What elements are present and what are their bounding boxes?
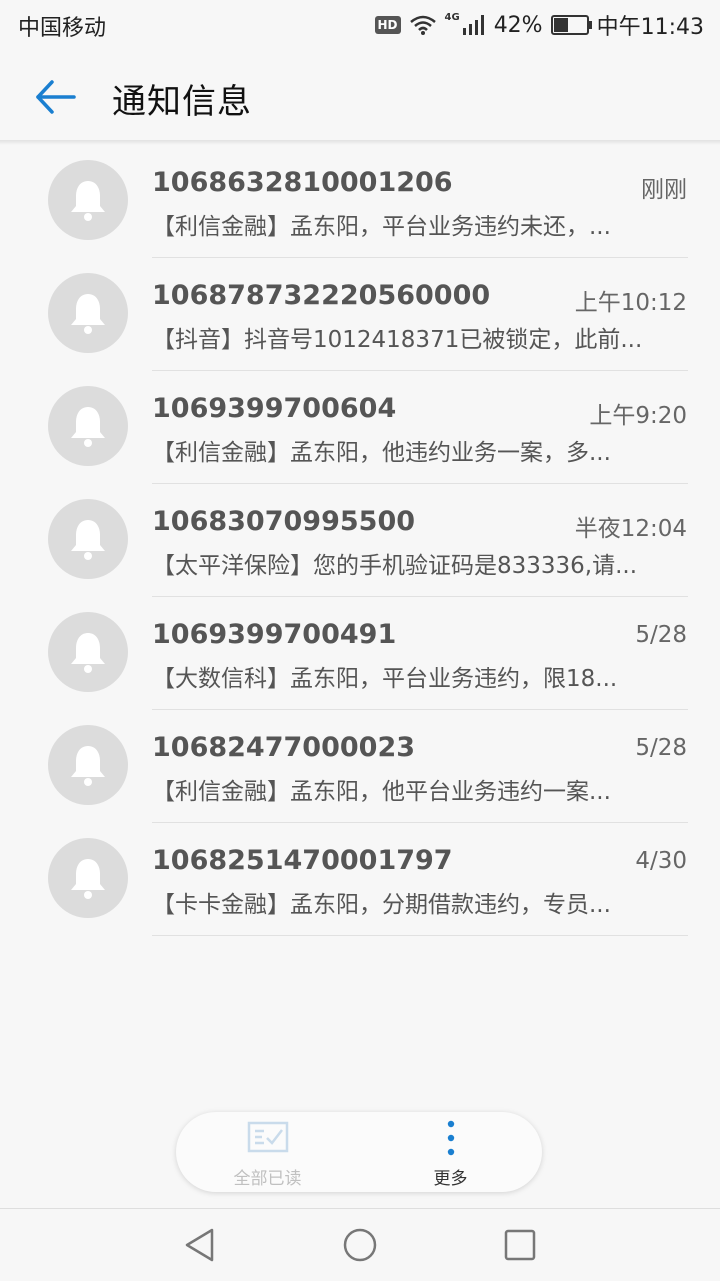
system-nav-bar bbox=[0, 1208, 720, 1281]
message-time: 5/28 bbox=[635, 735, 687, 761]
more-label: 更多 bbox=[433, 1169, 468, 1189]
nav-home-button[interactable] bbox=[342, 1227, 378, 1263]
status-bar: 中国移动 HD 4G 42% 中午11:43 bbox=[0, 0, 720, 48]
message-time: 5/28 bbox=[635, 622, 687, 648]
message-preview: 【利信金融】孟东阳，他违约业务一案，多... bbox=[152, 440, 611, 466]
battery-icon bbox=[550, 15, 592, 35]
message-preview: 【太平洋保险】您的手机验证码是833336,请... bbox=[152, 553, 638, 579]
sender-number: 10682477000023 bbox=[152, 732, 416, 763]
bell-icon bbox=[71, 407, 105, 447]
carrier-name: 中国移动 bbox=[18, 16, 107, 41]
message-preview: 【卡卡金融】孟东阳，分期借款违约，专员... bbox=[152, 892, 611, 918]
bottom-action-bar: 全部已读 更多 bbox=[176, 1112, 542, 1192]
list-item[interactable]: 10682477000023 5/28 【利信金融】孟东阳，他平台业务违约一案.… bbox=[0, 710, 720, 823]
message-preview: 【利信金融】孟东阳，他平台业务违约一案... bbox=[152, 779, 611, 805]
bell-icon bbox=[71, 633, 105, 673]
mark-all-read-button[interactable]: 全部已读 bbox=[176, 1112, 359, 1192]
message-time: 上午10:12 bbox=[574, 290, 687, 316]
bell-icon bbox=[71, 294, 105, 334]
message-time: 半夜12:04 bbox=[574, 516, 687, 542]
message-time: 上午9:20 bbox=[589, 403, 687, 429]
list-item[interactable]: 1068251470001797 4/30 【卡卡金融】孟东阳，分期借款违约，专… bbox=[0, 823, 720, 936]
bell-icon bbox=[71, 181, 105, 221]
sender-number: 1069399700491 bbox=[152, 619, 397, 650]
sender-number: 106878732220560000 bbox=[152, 280, 491, 311]
triangle-back-icon bbox=[185, 1228, 214, 1262]
square-recent-icon bbox=[504, 1229, 536, 1261]
avatar bbox=[48, 499, 128, 579]
signal-icon bbox=[462, 15, 484, 35]
hd-badge: HD bbox=[374, 16, 401, 34]
message-preview: 【大数信科】孟东阳，平台业务违约，限18... bbox=[152, 666, 618, 692]
avatar bbox=[48, 838, 128, 918]
circle-home-icon bbox=[343, 1228, 377, 1262]
message-preview: 【抖音】抖音号1012418371已被锁定，此前... bbox=[152, 327, 643, 353]
avatar bbox=[48, 273, 128, 353]
app-header: 通知信息 bbox=[0, 48, 720, 140]
message-time: 刚刚 bbox=[641, 177, 687, 203]
notification-list: 1068632810001206 刚刚 【利信金融】孟东阳，平台业务违约未还，.… bbox=[0, 145, 720, 936]
nav-recent-button[interactable] bbox=[502, 1227, 538, 1263]
bell-icon bbox=[71, 746, 105, 786]
message-time: 4/30 bbox=[635, 848, 687, 874]
avatar bbox=[48, 386, 128, 466]
bell-icon bbox=[71, 520, 105, 560]
list-item[interactable]: 106878732220560000 上午10:12 【抖音】抖音号101241… bbox=[0, 258, 720, 371]
sender-number: 1068251470001797 bbox=[152, 845, 453, 876]
sender-number: 1069399700604 bbox=[152, 393, 397, 424]
bell-icon bbox=[71, 859, 105, 899]
mark-all-read-label: 全部已读 bbox=[233, 1169, 302, 1189]
page-title: 通知信息 bbox=[112, 82, 252, 122]
list-item[interactable]: 1068632810001206 刚刚 【利信金融】孟东阳，平台业务违约未还，.… bbox=[0, 145, 720, 258]
sender-number: 10683070995500 bbox=[152, 506, 416, 537]
list-item[interactable]: 1069399700491 5/28 【大数信科】孟东阳，平台业务违约，限18.… bbox=[0, 597, 720, 710]
more-button[interactable]: 更多 bbox=[359, 1112, 542, 1192]
nav-back-button[interactable] bbox=[182, 1227, 218, 1263]
wifi-icon bbox=[409, 15, 436, 35]
status-icons: HD 4G 42% 中午11:43 bbox=[374, 10, 704, 40]
clock: 中午11:43 bbox=[596, 15, 704, 40]
network-type: 4G bbox=[444, 11, 460, 23]
message-preview: 【利信金融】孟东阳，平台业务违约未还，... bbox=[152, 214, 611, 240]
list-item[interactable]: 1069399700604 上午9:20 【利信金融】孟东阳，他违约业务一案，多… bbox=[0, 371, 720, 484]
divider bbox=[152, 935, 688, 936]
back-button[interactable] bbox=[30, 76, 80, 118]
list-item[interactable]: 10683070995500 半夜12:04 【太平洋保险】您的手机验证码是83… bbox=[0, 484, 720, 597]
battery-percent: 42% bbox=[493, 12, 543, 38]
avatar bbox=[48, 612, 128, 692]
avatar bbox=[48, 725, 128, 805]
avatar bbox=[48, 160, 128, 240]
mark-read-icon bbox=[247, 1121, 288, 1153]
sender-number: 1068632810001206 bbox=[152, 167, 453, 198]
more-vertical-icon bbox=[447, 1120, 454, 1156]
arrow-left-icon bbox=[36, 80, 76, 114]
